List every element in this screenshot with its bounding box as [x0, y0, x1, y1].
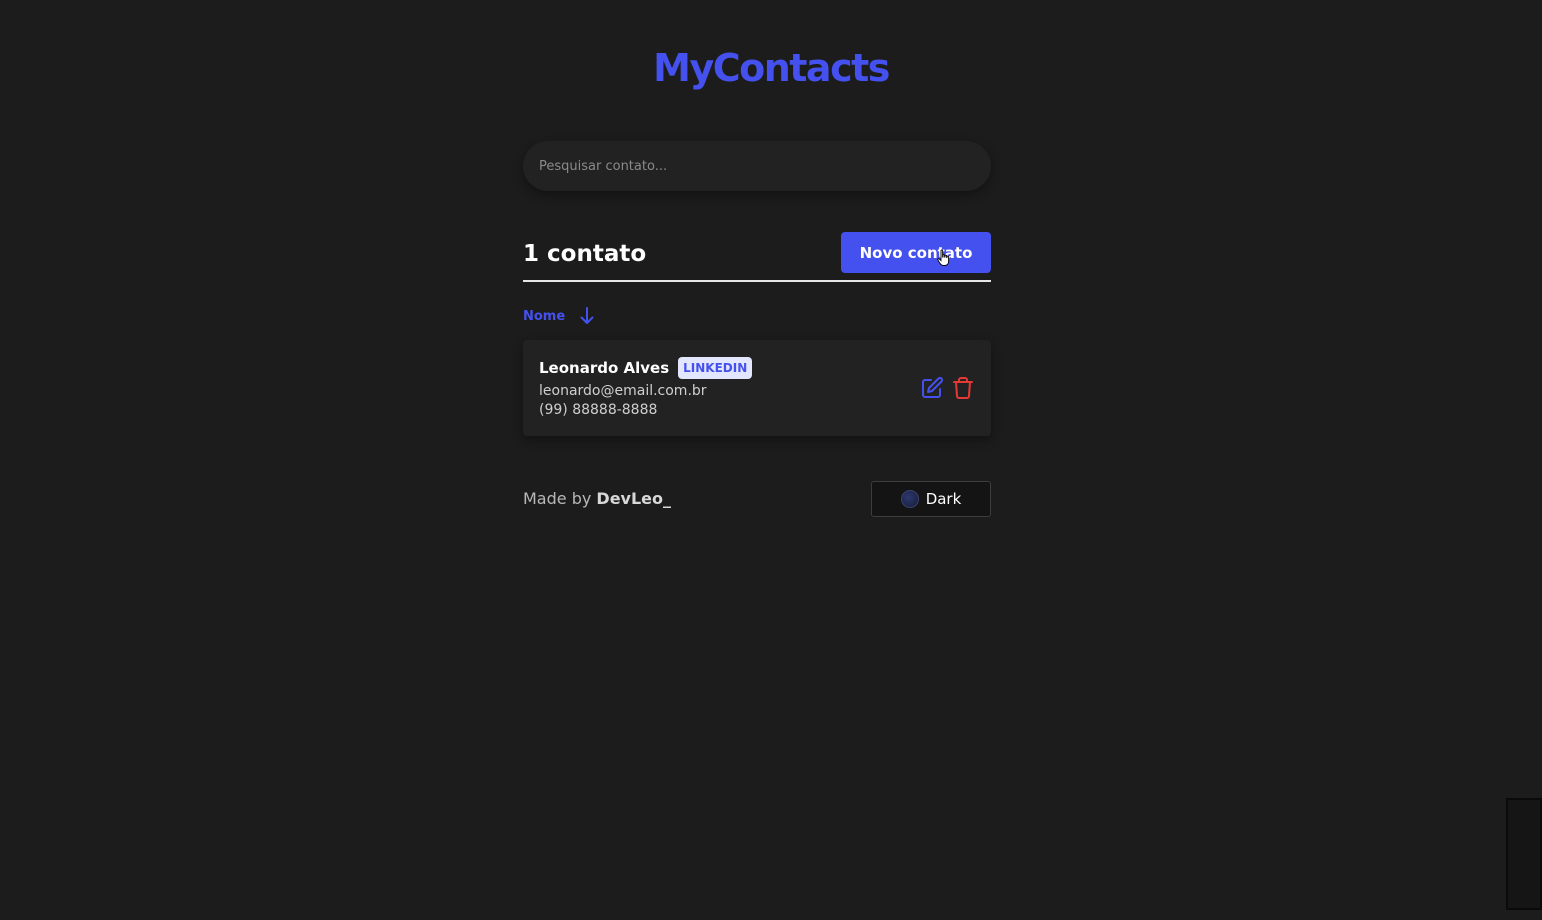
- author-name: DevLeo_: [596, 489, 672, 508]
- edit-icon[interactable]: [920, 376, 944, 400]
- contact-actions: [920, 376, 975, 400]
- page: MyContacts 1 contato Novo contato Nome L…: [0, 0, 1542, 920]
- search-input[interactable]: [523, 141, 991, 191]
- trash-icon[interactable]: [951, 376, 975, 400]
- moon-icon: [900, 490, 919, 508]
- list-header: 1 contato Novo contato: [523, 223, 991, 282]
- made-by-text: Made by DevLeo_: [523, 489, 671, 508]
- footer: Made by DevLeo_ Dark: [523, 481, 991, 517]
- hand-cursor-icon: [937, 249, 950, 266]
- theme-toggle-button[interactable]: Dark: [871, 481, 991, 517]
- arrow-down-icon: [580, 307, 594, 324]
- theme-label: Dark: [925, 490, 962, 508]
- new-contact-button[interactable]: Novo contato: [841, 232, 991, 273]
- contact-info: Leonardo Alves LINKEDIN leonardo@email.c…: [539, 356, 753, 420]
- contact-email: leonardo@email.com.br: [539, 383, 707, 399]
- contact-name-row: Leonardo Alves LINKEDIN: [539, 356, 753, 380]
- contact-category-badge: LINKEDIN: [678, 357, 753, 379]
- app-logo: MyContacts: [653, 46, 890, 90]
- corner-panel: [1506, 798, 1542, 910]
- sort-label: Nome: [523, 308, 566, 324]
- sort-by-name-button[interactable]: Nome: [523, 306, 991, 326]
- main-container: 1 contato Novo contato Nome Leonardo Alv…: [523, 141, 991, 517]
- contact-phone: (99) 88888-8888: [539, 402, 658, 418]
- contacts-count: 1 contato: [523, 241, 647, 267]
- contact-card: Leonardo Alves LINKEDIN leonardo@email.c…: [523, 340, 991, 436]
- contact-name: Leonardo Alves: [539, 359, 670, 377]
- made-by-prefix: Made by: [523, 489, 592, 508]
